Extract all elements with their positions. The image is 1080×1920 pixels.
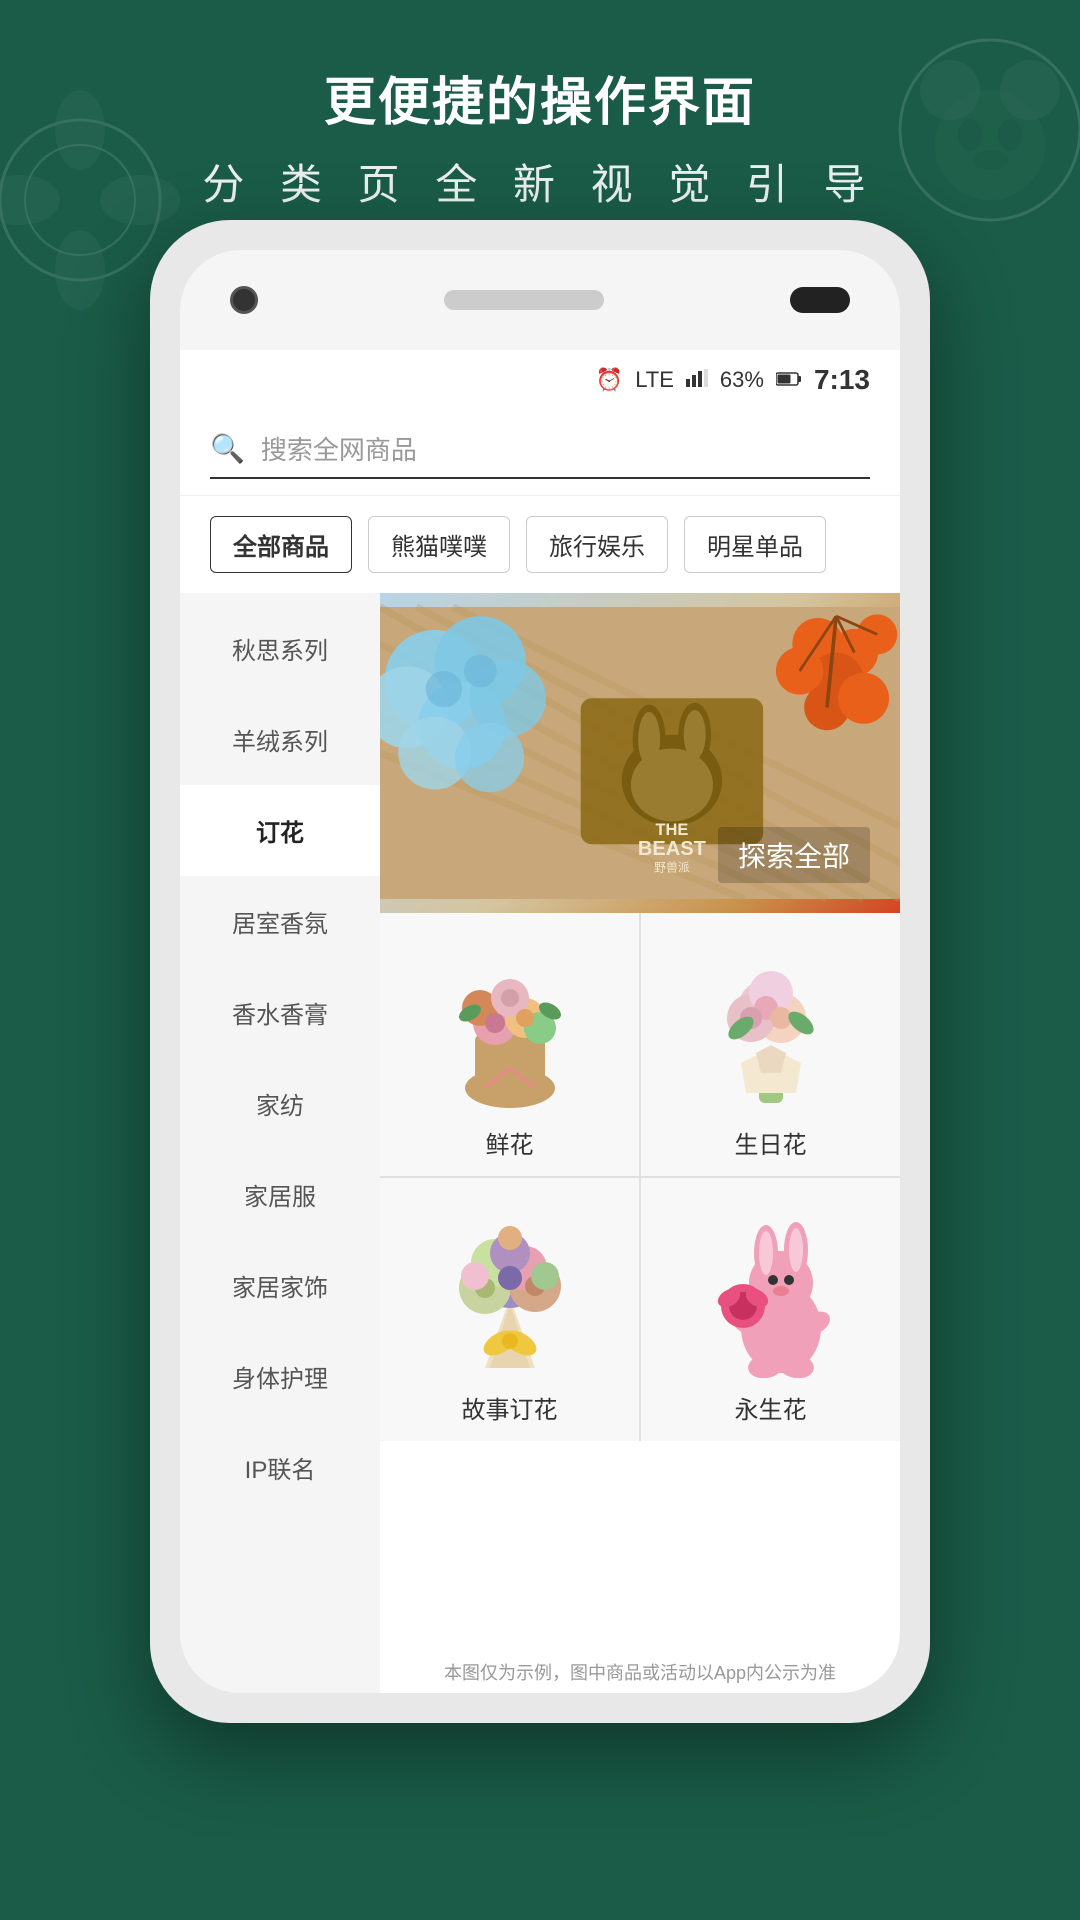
product-label-0: 鲜花: [486, 1125, 534, 1160]
product-image-0: [410, 933, 610, 1113]
battery-percent: 63%: [720, 367, 764, 393]
search-icon: 🔍: [210, 432, 245, 465]
speaker: [444, 290, 604, 310]
right-content: THE BEAST 野兽派 探索全部: [380, 593, 900, 1693]
search-container: 🔍 搜索全网商品: [180, 410, 900, 496]
svg-text:THE: THE: [656, 821, 689, 839]
header-title: 更便捷的操作界面: [0, 60, 1080, 135]
search-placeholder: 搜索全网商品: [261, 430, 417, 467]
signal-label: LTE: [635, 367, 674, 393]
sidebar-item-8[interactable]: 身体护理: [180, 1331, 380, 1422]
sidebar-item-1[interactable]: 羊绒系列: [180, 694, 380, 785]
sidebar-item-0[interactable]: 秋思系列: [180, 603, 380, 694]
search-bar[interactable]: 🔍 搜索全网商品: [210, 430, 870, 467]
sidebar-item-9[interactable]: IP联名: [180, 1422, 380, 1513]
phone-inner: ⏰ LTE 63% 7:13 🔍 搜索全网商品: [180, 250, 900, 1693]
tab-travel[interactable]: 旅行娱乐: [526, 516, 668, 573]
face-sensor: [790, 287, 850, 313]
product-label-3: 永生花: [735, 1390, 807, 1425]
battery-icon: [776, 367, 802, 393]
product-image-1: [671, 933, 871, 1113]
phone-top: [180, 250, 900, 350]
product-label-2: 故事订花: [462, 1390, 558, 1425]
sidebar-item-7[interactable]: 家居家饰: [180, 1240, 380, 1331]
camera: [230, 286, 258, 314]
sidebar-item-3[interactable]: 居室香氛: [180, 876, 380, 967]
sidebar-item-4[interactable]: 香水香膏: [180, 967, 380, 1058]
sidebar: 秋思系列 羊绒系列 订花 居室香氛 香水香膏 家纺 家居服 家居家饰 身体护理 …: [180, 593, 380, 1693]
disclaimer: 本图仅为示例，图中商品或活动以App内公示为准: [380, 1651, 900, 1693]
search-underline: [210, 477, 870, 479]
category-tabs: 全部商品 熊猫噗噗 旅行娱乐 明星单品: [180, 496, 900, 593]
sidebar-item-6[interactable]: 家居服: [180, 1149, 380, 1240]
banner[interactable]: THE BEAST 野兽派 探索全部: [380, 593, 900, 913]
banner-explore-label[interactable]: 探索全部: [718, 827, 870, 883]
tab-star[interactable]: 明星单品: [684, 516, 826, 573]
status-bar: ⏰ LTE 63% 7:13: [180, 350, 900, 410]
product-label-1: 生日花: [735, 1125, 807, 1160]
product-cell-1[interactable]: 生日花: [641, 913, 900, 1176]
product-image-3: [671, 1198, 871, 1378]
main-content: 秋思系列 羊绒系列 订花 居室香氛 香水香膏 家纺 家居服 家居家饰 身体护理 …: [180, 593, 900, 1693]
sidebar-item-5[interactable]: 家纺: [180, 1058, 380, 1149]
product-cell-3[interactable]: 永生花: [641, 1178, 900, 1441]
tab-all-products[interactable]: 全部商品: [210, 516, 352, 573]
phone-frame: ⏰ LTE 63% 7:13 🔍 搜索全网商品: [150, 220, 930, 1723]
alarm-icon: ⏰: [596, 367, 623, 393]
header-section: 更便捷的操作界面 分 类 页 全 新 视 觉 引 导: [0, 60, 1080, 212]
svg-text:野兽派: 野兽派: [654, 861, 690, 875]
product-cell-0[interactable]: 鲜花: [380, 913, 639, 1176]
sidebar-item-2[interactable]: 订花: [180, 785, 380, 876]
svg-text:BEAST: BEAST: [638, 838, 707, 860]
header-subtitle: 分 类 页 全 新 视 觉 引 导: [0, 151, 1080, 212]
tab-panda[interactable]: 熊猫噗噗: [368, 516, 510, 573]
time-display: 7:13: [814, 364, 870, 396]
product-grid: 鲜花: [380, 913, 900, 1441]
signal-icon: [686, 367, 708, 393]
phone-screen: ⏰ LTE 63% 7:13 🔍 搜索全网商品: [180, 350, 900, 1693]
product-cell-2[interactable]: 故事订花: [380, 1178, 639, 1441]
product-image-2: [410, 1198, 610, 1378]
